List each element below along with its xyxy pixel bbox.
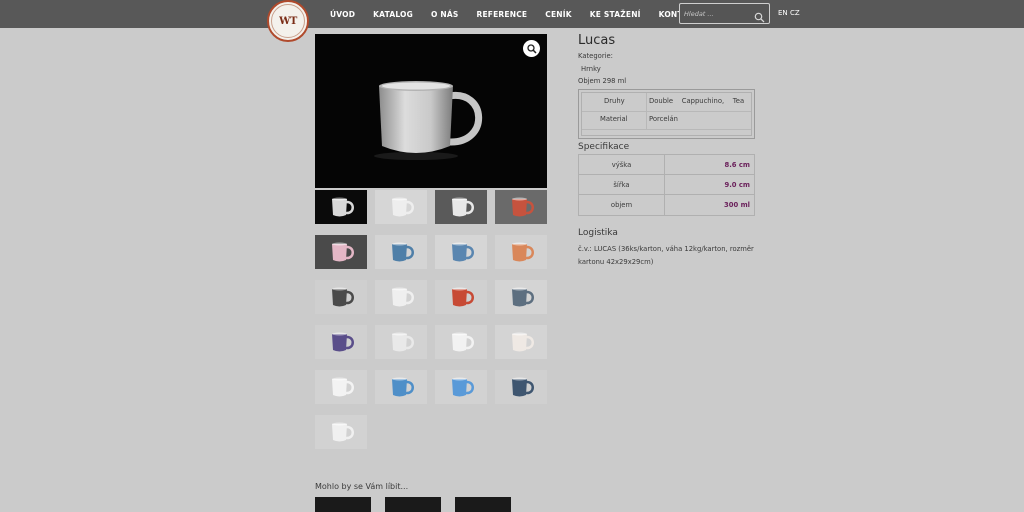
zoom-icon[interactable] [523,40,540,57]
attributes-inner: Druhy Double Cappuchino, Tea Material Po… [581,92,752,136]
gallery-thumbnail[interactable] [315,280,367,314]
gallery-thumbnail[interactable] [315,190,367,224]
spec-label: objem [579,195,665,215]
nav-item-ke-stazeni[interactable]: KE STAŽENÍ [590,10,641,19]
mug-thumbnail-image [512,242,534,262]
category-label: Kategorie: [578,52,613,60]
logistics-heading: Logistika [578,228,618,238]
search-input[interactable] [684,7,754,20]
gallery-thumbnail[interactable] [315,370,367,404]
nav-item-o-nas[interactable]: O NÁS [431,10,458,19]
attributes-table: Druhy Double Cappuchino, Tea Material Po… [578,89,755,139]
mug-thumbnail-image [332,377,354,397]
mug-thumbnail-image [392,377,414,397]
product-title: Lucas [578,33,616,48]
nav-item-cenik[interactable]: CENÍK [545,10,572,19]
gallery-thumbnail[interactable] [435,190,487,224]
volume-text: Objem 298 ml [578,77,627,85]
gallery-thumbnail[interactable] [315,235,367,269]
specification-table: výška 8.6 cm šířka 9.0 cm objem 300 ml [578,154,755,216]
attributes-row-line [582,129,751,130]
mug-thumbnail-image [452,287,474,307]
gallery-thumbnail[interactable] [315,415,367,449]
language-cz[interactable]: CZ [790,9,800,17]
gallery-thumbnail[interactable] [375,190,427,224]
mug-thumbnail-image [332,332,354,352]
gallery-thumbnail[interactable] [375,325,427,359]
attribute-value: Porcelán [649,115,678,123]
attributes-row-line [582,111,751,112]
gallery-thumbnail[interactable] [375,370,427,404]
spec-row: výška 8.6 cm [579,155,754,175]
spec-row: šířka 9.0 cm [579,175,754,195]
spec-row: objem 300 ml [579,195,754,215]
gallery-thumbnail[interactable] [375,280,427,314]
nav-item-uvod[interactable]: ÚVOD [330,10,355,19]
gallery-thumbnail[interactable] [435,325,487,359]
related-product[interactable] [455,497,511,512]
gallery-thumbnail[interactable] [435,280,487,314]
mug-thumbnail-image [392,332,414,352]
mug-thumbnail-image [392,242,414,262]
mug-thumbnail-image [332,242,354,262]
gallery-thumbnail[interactable] [495,370,547,404]
mug-thumbnail-image [512,377,534,397]
gallery-thumbnail[interactable] [375,235,427,269]
white-mug-image [374,81,483,160]
logo-emblem: WT [271,4,305,38]
mug-thumbnail-image [512,332,534,352]
mug-thumbnail-image [452,197,474,217]
related-product[interactable] [385,497,441,512]
search-box [679,3,770,24]
gallery-thumbnail[interactable] [495,190,547,224]
category-link[interactable]: Hrnky [581,65,601,73]
nav-item-reference[interactable]: REFERENCE [476,10,527,19]
attribute-name: Druhy [604,97,625,105]
spec-label: výška [579,155,665,175]
gallery-thumbnail[interactable] [495,325,547,359]
mug-thumbnail-image [332,287,354,307]
main-product-image[interactable] [315,34,547,188]
gallery-thumbnail[interactable] [435,235,487,269]
mug-thumbnail-image [332,422,354,442]
logistics-text: č.v.: LUCAS (36ks/karton, váha 12kg/kart… [578,245,754,266]
spec-value: 300 ml [724,201,750,209]
nav-item-katalog[interactable]: KATALOG [373,10,413,19]
logo-text: WT [279,15,297,27]
gallery-thumbnail[interactable] [315,325,367,359]
mug-thumbnail-image [512,197,534,217]
mug-thumbnail-image [392,197,414,217]
spec-value: 9.0 cm [724,181,750,189]
gallery-thumbnail[interactable] [435,370,487,404]
mug-thumbnail-image [332,197,354,217]
mug-thumbnail-image [392,287,414,307]
related-products-heading: Mohlo by se Vám líbit... [315,482,409,491]
attribute-value: Double Cappuchino, Tea [649,97,745,105]
specification-heading: Specifikace [578,142,630,152]
site-logo[interactable]: WT [267,0,309,42]
main-menu: ÚVOD KATALOG O NÁS REFERENCE CENÍK KE ST… [320,0,717,28]
spec-value: 8.6 cm [724,161,750,169]
language-en[interactable]: EN [778,9,788,17]
attribute-name: Material [600,115,628,123]
search-icon[interactable] [754,8,765,23]
mug-thumbnail-image [452,377,474,397]
mug-thumbnail-image [512,287,534,307]
related-product[interactable] [315,497,371,512]
spec-label: šířka [579,175,665,195]
mug-thumbnail-image [452,332,474,352]
gallery-thumbnail[interactable] [495,235,547,269]
gallery-thumbnail[interactable] [495,280,547,314]
mug-thumbnail-image [452,242,474,262]
